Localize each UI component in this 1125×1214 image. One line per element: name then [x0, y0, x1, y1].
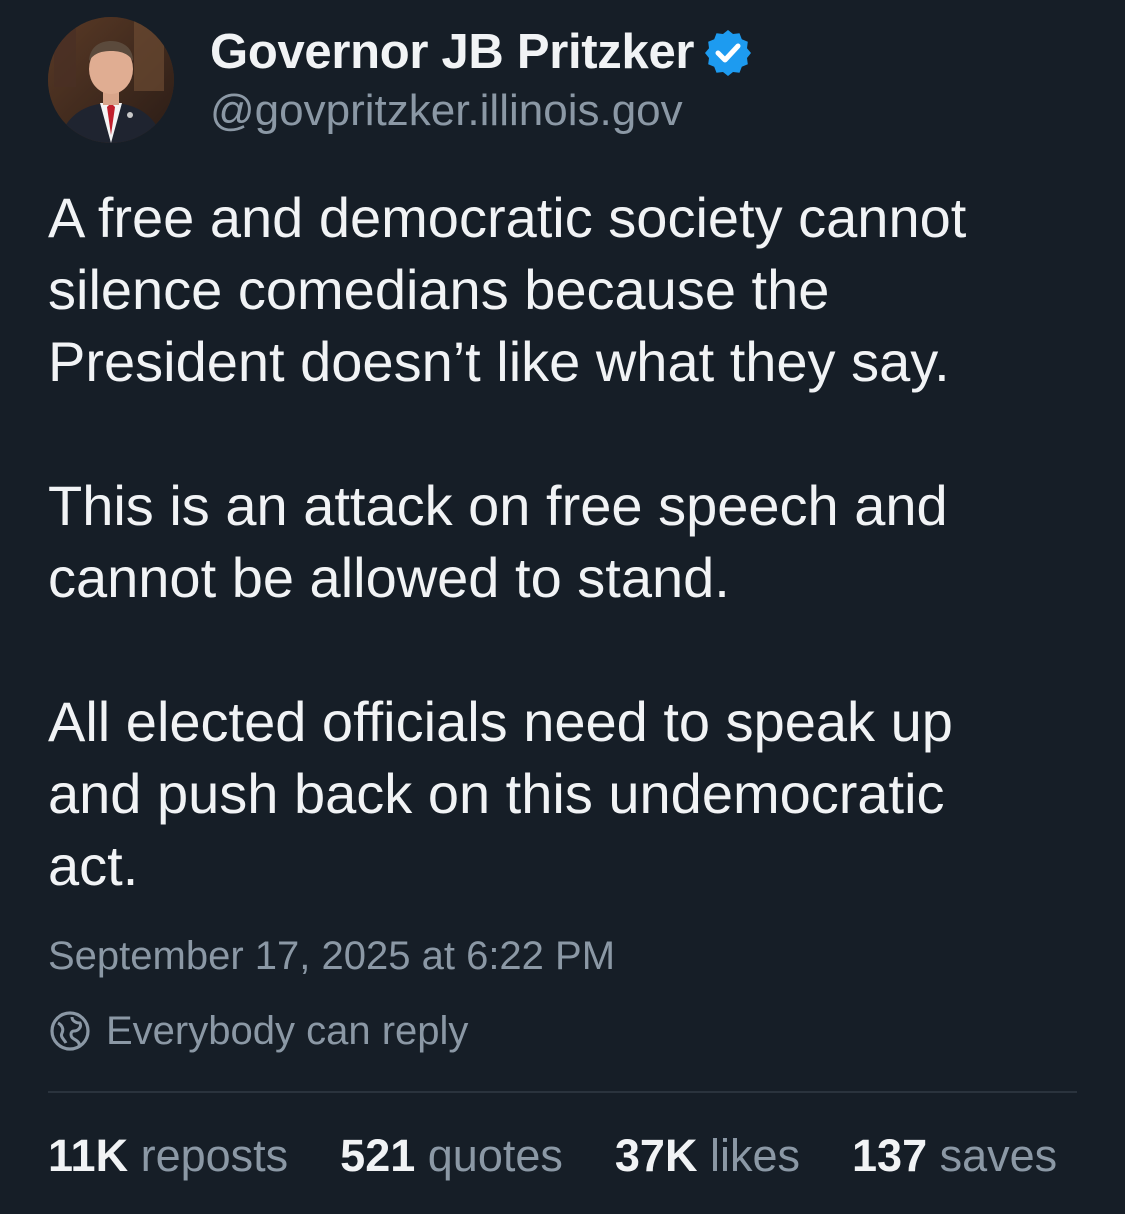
- post-text: A free and democratic society cannot sil…: [48, 182, 1078, 902]
- stat-label: reposts: [140, 1130, 289, 1181]
- stat-label: saves: [939, 1130, 1058, 1181]
- stat-count: 11K: [48, 1130, 129, 1181]
- author-name-row: Governor JB Pritzker: [210, 22, 752, 82]
- reply-setting-label: Everybody can reply: [106, 1008, 469, 1053]
- display-name[interactable]: Governor JB Pritzker: [210, 24, 694, 80]
- stat-count: 521: [340, 1130, 416, 1181]
- globe-icon: [50, 1011, 90, 1051]
- stat-saves[interactable]: 137 saves: [852, 1130, 1057, 1182]
- post-paragraph: This is an attack on free speech and can…: [48, 474, 948, 609]
- stat-quotes[interactable]: 521 quotes: [340, 1130, 563, 1182]
- post: Governor JB Pritzker @govpritzker.illino…: [0, 0, 1125, 1214]
- divider: [48, 1091, 1077, 1093]
- stat-count: 37K: [614, 1130, 698, 1181]
- stat-label: likes: [709, 1130, 801, 1181]
- post-timestamp[interactable]: September 17, 2025 at 6:22 PM: [48, 934, 615, 979]
- reply-setting: Everybody can reply: [48, 1006, 468, 1056]
- verified-badge-icon: [705, 30, 752, 76]
- avatar-image: [48, 17, 174, 143]
- author-handle[interactable]: @govpritzker.illinois.gov: [210, 86, 683, 136]
- stat-count: 137: [852, 1130, 928, 1181]
- stat-likes[interactable]: 37K likes: [615, 1130, 800, 1182]
- post-paragraph: A free and democratic society cannot sil…: [48, 186, 967, 393]
- avatar[interactable]: [48, 17, 174, 143]
- post-paragraph: All elected officials need to speak up a…: [48, 690, 953, 897]
- stat-reposts[interactable]: 11K reposts: [48, 1130, 288, 1182]
- stat-label: quotes: [427, 1130, 563, 1181]
- engagement-stats: 11K reposts 521 quotes 37K likes 137 sav…: [48, 1130, 1057, 1182]
